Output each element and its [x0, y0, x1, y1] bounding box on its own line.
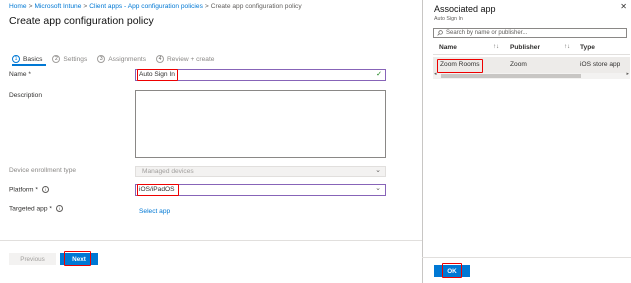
platform-label-text: Platform *	[9, 186, 38, 194]
create-policy-pane: Home > Microsoft Intune > Client apps - App …	[0, 0, 422, 283]
step-label: Review + create	[167, 55, 215, 63]
previous-button[interactable]: Previous	[9, 253, 56, 265]
select-app-link[interactable]: Select app	[139, 208, 170, 215]
highlight-box	[442, 263, 462, 278]
platform-label: Platform * i	[9, 186, 49, 193]
breadcrumb-separator: >	[204, 3, 209, 10]
column-header-publisher[interactable]: Publisher	[510, 44, 540, 51]
breadcrumb-home[interactable]: Home	[9, 3, 27, 10]
description-field[interactable]	[135, 90, 386, 158]
breadcrumb-current: Create app configuration policy	[210, 3, 302, 10]
step-number: 1	[12, 55, 20, 63]
chevron-down-icon: ⌄	[375, 167, 381, 174]
step-number: 4	[156, 55, 164, 63]
close-icon[interactable]: ✕	[620, 2, 627, 11]
step-label: Settings	[63, 55, 88, 63]
panel-footer-divider	[422, 257, 631, 258]
panel-subtitle: Auto Sign In	[434, 16, 463, 22]
info-icon[interactable]: i	[55, 205, 63, 212]
step-label: Basics	[23, 55, 43, 63]
sort-icon[interactable]: ↑↓	[493, 44, 499, 50]
search-placeholder: Search by name or publisher...	[446, 30, 528, 36]
step-assignments[interactable]: 3 Assignments	[97, 52, 146, 66]
step-label: Assignments	[108, 55, 146, 63]
chevron-down-icon: ⌄	[375, 185, 381, 192]
targeted-app-label-text: Targeted app *	[9, 205, 52, 213]
search-input[interactable]: Search by name or publisher...	[433, 28, 627, 38]
highlight-box	[64, 251, 91, 266]
column-header-name[interactable]: Name	[439, 44, 457, 51]
footer-divider	[0, 240, 422, 241]
highlight-box	[137, 69, 178, 81]
step-number: 3	[97, 55, 106, 63]
scroll-left-icon[interactable]: ◂	[434, 71, 437, 77]
breadcrumb-client-apps[interactable]: Client apps - App configuration policies	[89, 3, 203, 10]
device-enrollment-dropdown: Managed devices ⌄	[135, 166, 386, 177]
checkmark-icon: ✓	[376, 71, 382, 78]
associated-app-panel: Associated app Auto Sign In ✕ Search by …	[422, 0, 631, 283]
highlight-box	[137, 184, 179, 196]
horizontal-scrollbar[interactable]: ◂ ▸	[433, 71, 630, 79]
table-header: Name ↑↓ Publisher ↑↓ Type	[433, 41, 630, 55]
step-review-create[interactable]: 4 Review + create	[156, 52, 214, 66]
search-icon	[437, 30, 443, 36]
active-step-indicator	[12, 64, 46, 66]
description-label: Description	[9, 92, 42, 99]
targeted-app-label: Targeted app * i	[9, 205, 63, 212]
breadcrumb-separator: >	[28, 3, 33, 10]
info-icon[interactable]: i	[41, 186, 49, 193]
device-enrollment-value: Managed devices	[142, 168, 194, 175]
cell-type: iOS store app	[580, 61, 621, 68]
step-settings[interactable]: 2 Settings	[52, 52, 87, 66]
device-enrollment-label: Device enrollment type	[9, 167, 77, 174]
scrollbar-thumb[interactable]	[441, 74, 581, 78]
column-header-type[interactable]: Type	[580, 44, 595, 51]
step-number: 2	[52, 55, 61, 63]
page-title: Create app configuration policy	[9, 15, 154, 27]
cell-publisher: Zoom	[510, 61, 527, 68]
breadcrumb-separator: >	[83, 3, 88, 10]
breadcrumb: Home > Microsoft Intune > Client apps - App …	[9, 3, 302, 10]
breadcrumb-intune[interactable]: Microsoft Intune	[34, 3, 81, 10]
scroll-right-icon[interactable]: ▸	[626, 71, 629, 77]
panel-title: Associated app	[434, 4, 496, 14]
highlight-box	[437, 59, 483, 73]
sort-icon[interactable]: ↑↓	[564, 44, 570, 50]
name-label: Name *	[9, 71, 31, 78]
